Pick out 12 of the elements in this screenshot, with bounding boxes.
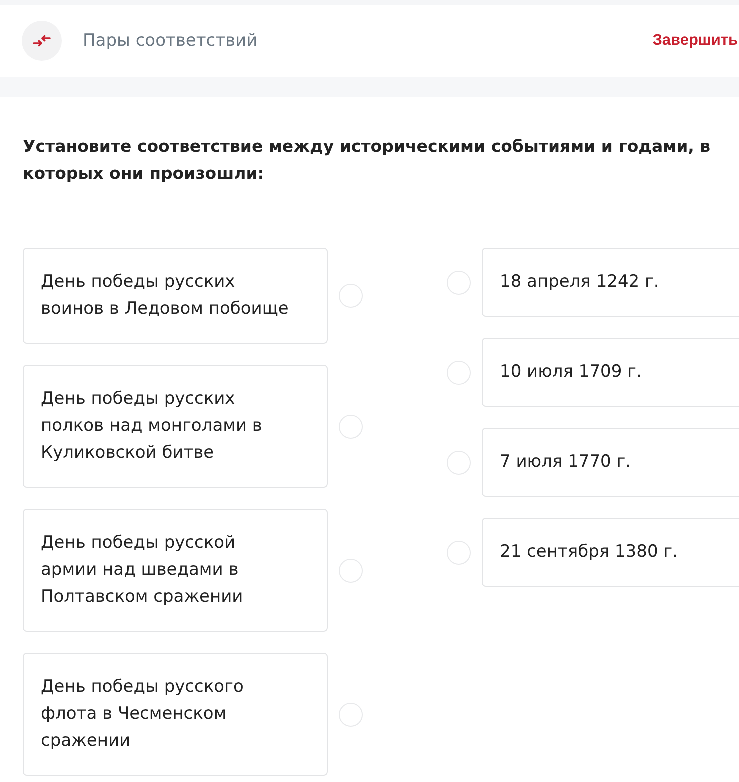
- date-card[interactable]: 18 апреля 1242 г.: [482, 248, 739, 317]
- event-card[interactable]: День победы русского флота в Чесменском сражении: [23, 653, 328, 776]
- arrows-icon: [22, 21, 62, 61]
- event-card[interactable]: День победы русских воинов в Ледовом побоище: [23, 248, 328, 344]
- date-card[interactable]: 7 июля 1770 г.: [482, 428, 739, 497]
- event-card[interactable]: День победы русских полков над монголами в Куликовской битве: [23, 365, 328, 488]
- finish-button[interactable]: Завершить: [652, 32, 738, 50]
- question-text: Установите соответствие между историческими событиями и годами, в которых они произошли:: [23, 136, 712, 185]
- event-card[interactable]: День победы русской армии над шведами в Полтавском сражении: [23, 509, 328, 632]
- page-title: Пары соответствий: [83, 31, 258, 51]
- date-card[interactable]: 10 июля 1709 г.: [482, 338, 739, 407]
- date-card[interactable]: 21 сентября 1380 г.: [482, 518, 739, 587]
